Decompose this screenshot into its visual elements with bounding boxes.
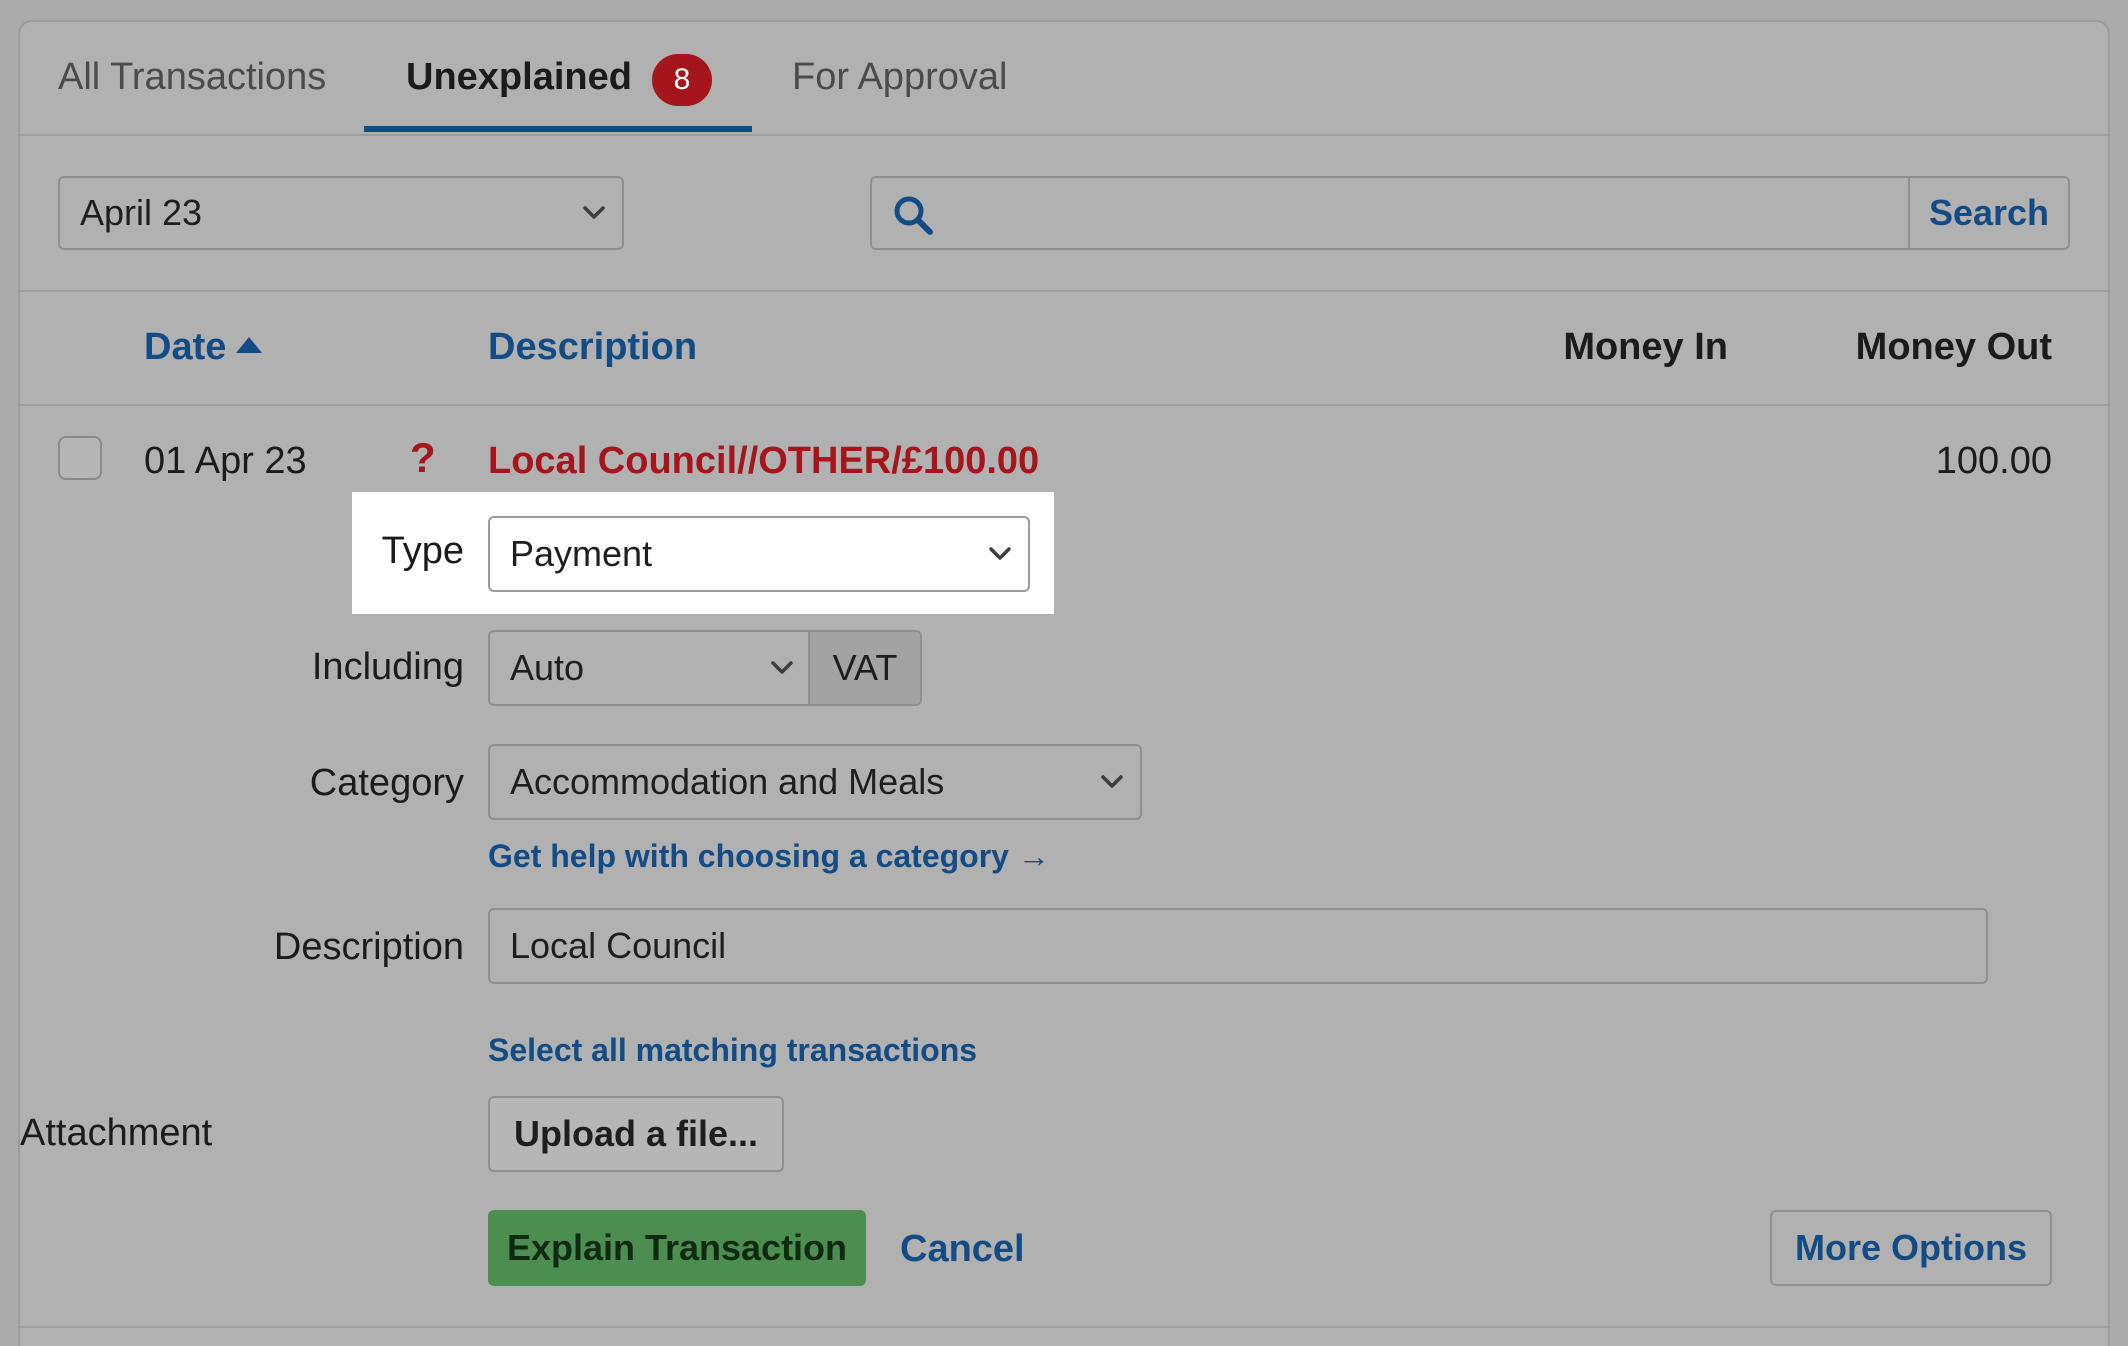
type-select-value: Payment — [510, 533, 653, 574]
row-divider — [20, 1326, 2108, 1328]
transaction-money-out: 100.00 — [1935, 440, 2052, 482]
chevron-down-icon — [771, 661, 793, 674]
chevron-down-icon — [989, 547, 1011, 560]
explain-transaction-button[interactable]: Explain Transaction — [488, 1210, 866, 1286]
vat-addon: VAT — [808, 630, 922, 706]
date-header-label: Date — [144, 326, 227, 368]
attachment-label: Attachment — [20, 1112, 213, 1154]
category-label: Category — [309, 762, 464, 804]
category-help-link[interactable]: Get help with choosing a category → — [488, 838, 1050, 875]
including-select[interactable]: Auto — [488, 630, 810, 706]
search-icon — [894, 196, 933, 235]
table-header: Date Description Money In Money Out — [20, 292, 2108, 406]
filter-bar: April 23 Search — [20, 136, 2108, 292]
including-select-value: Auto — [510, 647, 585, 688]
chevron-down-icon — [1101, 775, 1123, 788]
month-select[interactable]: April 23 — [58, 176, 624, 250]
sort-ascending-icon — [236, 336, 263, 353]
active-tab-indicator — [364, 126, 752, 132]
type-label: Type — [381, 530, 464, 572]
transaction-description[interactable]: Local Council//OTHER/£100.00 — [488, 440, 1039, 483]
money-out-column-header: Money Out — [1855, 326, 2052, 368]
description-label: Description — [273, 926, 464, 968]
including-label: Including — [311, 646, 464, 688]
cancel-link[interactable]: Cancel — [900, 1228, 1025, 1271]
category-select-value: Accommodation and Meals — [510, 761, 945, 802]
search-button[interactable]: Search — [1908, 178, 2068, 248]
tab-bar: All Transactions Unexplained 8 For Appro… — [20, 22, 2108, 136]
transactions-panel: All Transactions Unexplained 8 For Appro… — [18, 20, 2110, 1346]
search-input[interactable] — [952, 182, 1892, 244]
select-matching-link[interactable]: Select all matching transactions — [488, 1032, 977, 1069]
upload-file-button[interactable]: Upload a file... — [488, 1096, 784, 1172]
category-select[interactable]: Accommodation and Meals — [488, 744, 1142, 820]
row-checkbox[interactable] — [58, 436, 102, 480]
type-select[interactable]: Payment — [488, 516, 1030, 592]
chevron-down-icon — [583, 206, 605, 219]
month-select-value: April 23 — [80, 192, 203, 233]
tab-for-approval[interactable]: For Approval — [792, 56, 1007, 99]
date-column-header[interactable]: Date — [144, 326, 263, 369]
tab-all-transactions[interactable]: All Transactions — [58, 56, 326, 99]
description-column-header[interactable]: Description — [488, 326, 697, 369]
tab-unexplained[interactable]: Unexplained — [406, 56, 632, 99]
search-box: Search — [870, 176, 2070, 250]
unexplained-question-icon: ? — [410, 434, 436, 481]
description-input[interactable] — [488, 908, 1988, 984]
transaction-date: 01 Apr 23 — [144, 440, 307, 482]
more-options-button[interactable]: More Options — [1770, 1210, 2052, 1286]
money-in-column-header: Money In — [1563, 326, 1728, 368]
unexplained-count-badge: 8 — [652, 54, 712, 106]
